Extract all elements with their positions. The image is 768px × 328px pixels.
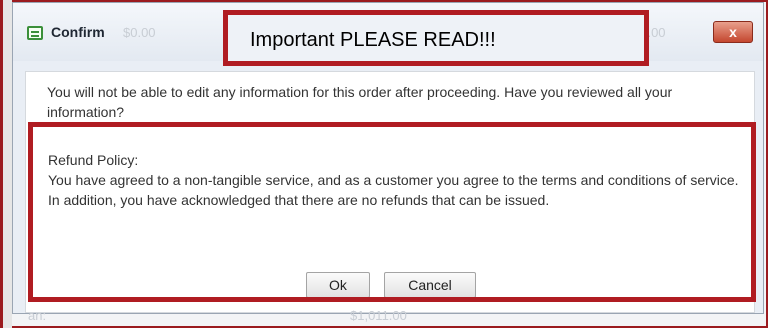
important-callout: Important PLEASE READ!!! <box>223 10 649 66</box>
background-amount: $1,011.00 <box>350 308 407 323</box>
dialog-title: Confirm <box>51 24 105 40</box>
confirmation-message: You will not be able to edit any informa… <box>47 84 673 120</box>
background-app-strip <box>3 0 12 328</box>
form-icon <box>27 26 43 40</box>
important-label: Important PLEASE READ!!! <box>250 29 496 51</box>
refund-policy-highlight <box>28 122 756 302</box>
ghost-amount-left: $0.00 <box>123 25 156 40</box>
close-button[interactable]: x <box>713 21 753 43</box>
background-label: an: <box>28 308 47 323</box>
close-icon: x <box>729 24 737 40</box>
